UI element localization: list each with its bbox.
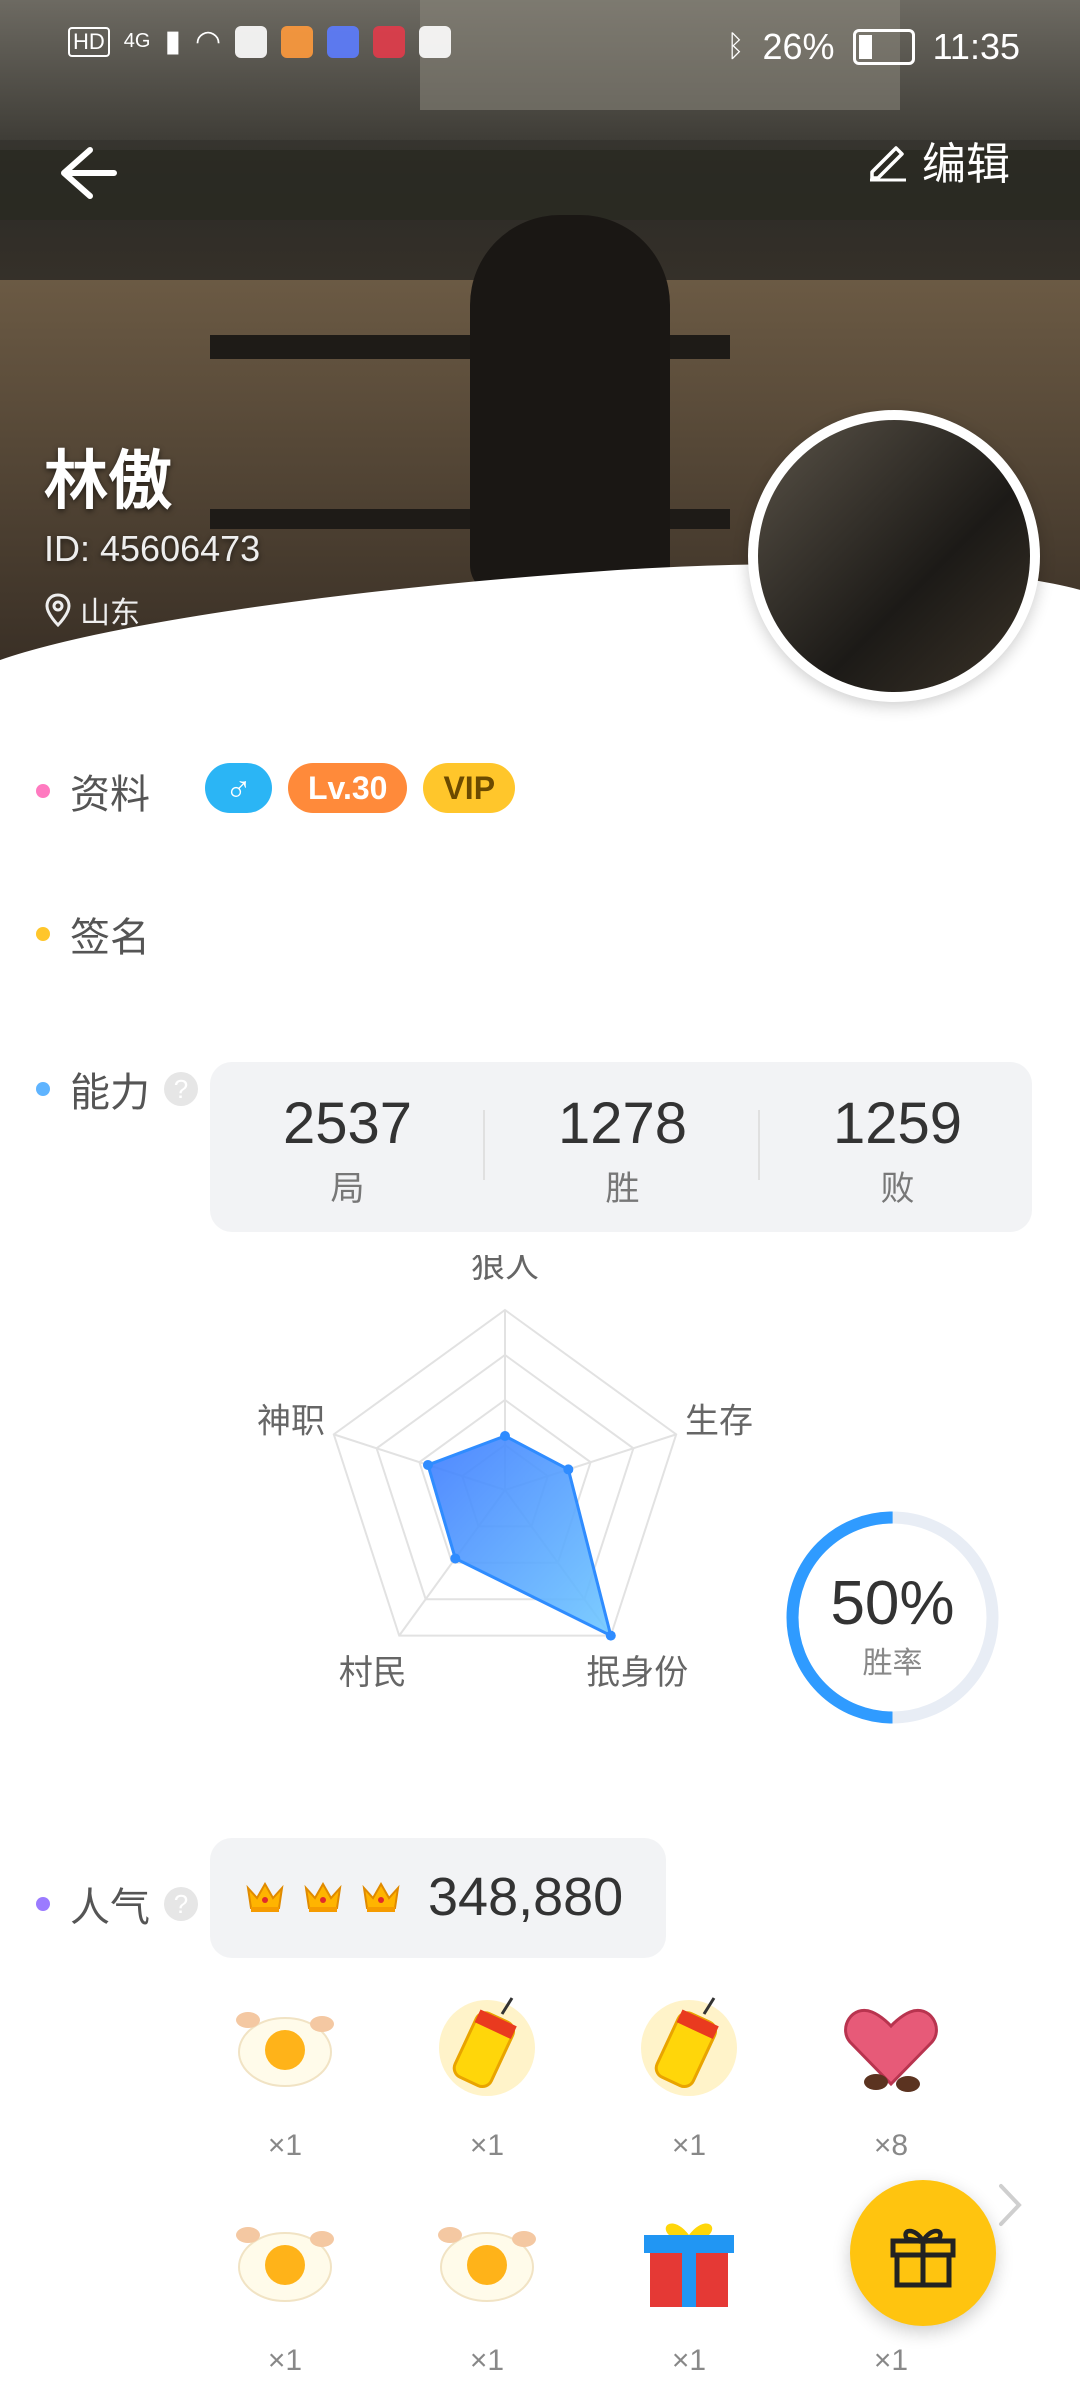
losses-stat: 1259 败 xyxy=(760,1062,1035,1210)
gift-count: ×1 xyxy=(671,2129,707,2162)
music-icon xyxy=(327,25,360,58)
gift-item[interactable]: ×1 xyxy=(210,2205,360,2378)
losses-label: 败 xyxy=(880,1170,915,1208)
gift-item[interactable]: ×1 xyxy=(210,1990,360,2163)
gift-item[interactable]: ×1 xyxy=(412,1990,562,2163)
gift-item[interactable]: ×1 xyxy=(412,2205,562,2378)
radar-axis-label: 抿身份 xyxy=(586,1654,688,1692)
chevron-right-icon[interactable] xyxy=(995,2180,1025,2230)
gift-item[interactable]: ×8 xyxy=(816,1990,966,2163)
stats-card: 2537 局 1278 胜 1259 败 xyxy=(210,1062,1032,1232)
radar-point xyxy=(422,1459,433,1470)
popularity-section-label: 人气 ? xyxy=(36,1875,198,1933)
avatar[interactable] xyxy=(748,410,1040,702)
edit-pencil-icon xyxy=(870,146,906,182)
clock: 11:35 xyxy=(932,26,1020,67)
wechat-icon xyxy=(235,25,268,58)
popularity-value: 348,880 xyxy=(428,1867,624,1927)
wifi-icon: ◠ xyxy=(194,25,222,58)
battery-percent: 26% xyxy=(762,26,835,67)
gift-item[interactable]: ×1 xyxy=(614,1990,764,2163)
edit-button[interactable]: 编辑 xyxy=(866,128,1010,192)
gift-count: ×1 xyxy=(469,2344,505,2377)
win-rate-value: 50% xyxy=(830,1569,955,1638)
ability-section-label: 能力 ? xyxy=(36,1060,198,1118)
network-label: 4G xyxy=(123,30,151,52)
wins-stat: 1278 胜 xyxy=(485,1062,760,1210)
profile-name: 林傲 xyxy=(44,445,172,517)
radar-point xyxy=(450,1553,461,1564)
level-badge: Lv.30 xyxy=(288,763,408,813)
status-bar: HD 4G ▮ ◠ ᛒ 26% 11:35 xyxy=(0,0,1080,90)
gift-box-icon xyxy=(644,2223,734,2307)
wins-label: 胜 xyxy=(605,1170,640,1208)
gift-count: ×1 xyxy=(267,2344,303,2377)
gift-count: ×8 xyxy=(873,2129,909,2162)
crown-icon xyxy=(304,1881,342,1912)
radar-point xyxy=(500,1431,510,1441)
battery-icon xyxy=(852,29,915,65)
signature-dot xyxy=(36,927,50,941)
radar-value-area xyxy=(426,1434,614,1639)
heart-chocolate-icon xyxy=(844,2008,938,2092)
egg-icon xyxy=(236,2012,334,2087)
crown-icon xyxy=(246,1881,284,1912)
game-icon xyxy=(373,25,406,58)
radar-point xyxy=(563,1464,574,1475)
games-label: 局 xyxy=(330,1170,365,1208)
signal-icon: ▮ xyxy=(164,25,181,58)
ability-dot xyxy=(36,1082,50,1096)
vip-badge: VIP xyxy=(423,763,516,813)
ability-radar-chart: 狼人生存抿身份 村民 神职 xyxy=(257,1255,753,1692)
radar-axis-label: 狼人 xyxy=(471,1255,539,1285)
profile-id: ID: 45606473 xyxy=(44,528,261,569)
profile-tags: ♂ Lv.30 VIP xyxy=(205,763,516,813)
ability-help-icon[interactable]: ? xyxy=(164,1072,198,1106)
gift-icon xyxy=(890,2228,956,2288)
popularity-dot xyxy=(36,1897,50,1911)
games-count: 2537 xyxy=(282,1091,413,1156)
location-label: 山东 xyxy=(80,597,140,630)
egg-icon xyxy=(438,2227,536,2302)
gift-count: ×1 xyxy=(671,2344,707,2377)
crown-row xyxy=(245,1880,401,1914)
gift-count: ×1 xyxy=(267,2129,303,2162)
win-rate-label: 胜率 xyxy=(862,1647,923,1680)
edit-label: 编辑 xyxy=(922,140,1010,189)
wins-count: 1278 xyxy=(557,1091,688,1156)
popularity-help-icon[interactable]: ? xyxy=(164,1887,198,1921)
radar-axis-label: 村民 xyxy=(339,1654,407,1692)
hd-indicator: HD xyxy=(68,26,110,57)
mail-icon xyxy=(419,25,452,58)
info-dot xyxy=(36,784,50,798)
send-gift-button[interactable] xyxy=(850,2180,996,2326)
gift-count: ×1 xyxy=(873,2344,909,2377)
signature-section-label: 签名 xyxy=(36,905,150,963)
firecracker-icon xyxy=(641,1997,737,2096)
bluetooth-icon: ᛒ xyxy=(726,30,745,63)
back-arrow-icon[interactable] xyxy=(50,138,120,208)
gift-count: ×1 xyxy=(469,2129,505,2162)
losses-count: 1259 xyxy=(832,1091,963,1156)
firecracker-icon xyxy=(439,1997,535,2096)
app-icon xyxy=(281,25,314,58)
gender-badge: ♂ xyxy=(205,763,272,813)
crown-icon xyxy=(362,1881,400,1912)
location-pin-icon xyxy=(45,593,71,627)
profile-location: 山东 xyxy=(44,588,140,632)
egg-icon xyxy=(236,2227,334,2302)
info-section-label: 资料 xyxy=(36,762,150,820)
radar-point xyxy=(605,1630,616,1641)
games-stat: 2537 局 xyxy=(210,1062,485,1210)
gift-item[interactable]: ×1 xyxy=(614,2205,764,2378)
radar-axis-label: 神职 xyxy=(257,1402,325,1440)
radar-axis-label: 生存 xyxy=(685,1402,753,1440)
